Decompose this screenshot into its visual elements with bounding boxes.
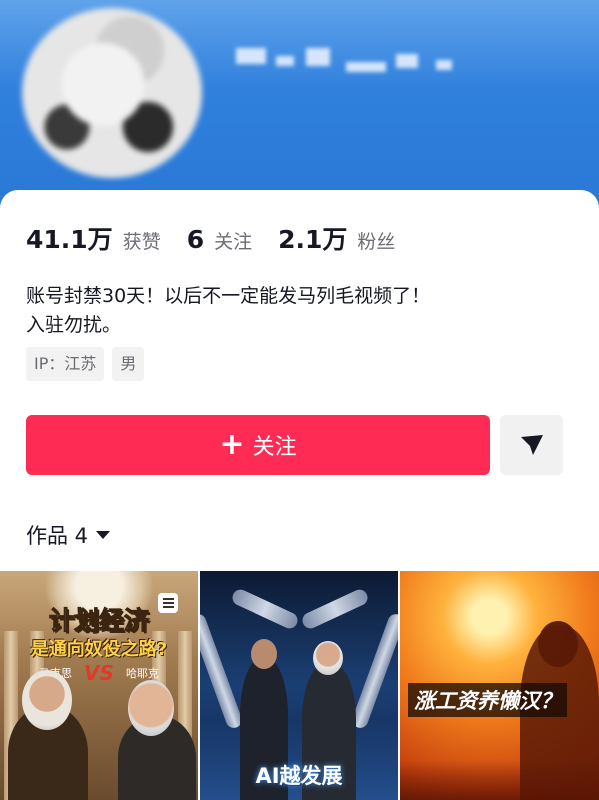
share-button[interactable]: [500, 415, 563, 475]
profile-tags: IP：江苏 男: [26, 347, 152, 381]
following-count: 6: [186, 225, 205, 254]
profile-card: 41.1万 获赞 6 关注 2.1万 粉丝 账号封禁30天！以后不一定能发马列毛…: [0, 190, 599, 800]
stat-likes[interactable]: 41.1万 获赞: [26, 220, 161, 256]
bio-line: 入驻勿扰。: [26, 314, 122, 336]
profile-bio: 账号封禁30天！以后不一定能发马列毛视频了！ 入驻勿扰。: [26, 282, 566, 340]
thumbnail-caption: AI越发展: [255, 764, 343, 788]
follow-button-label: 关注: [252, 435, 297, 460]
video-thumbnail[interactable]: AI越发展: [200, 571, 398, 800]
works-label: 作品 4: [26, 524, 89, 548]
stat-followers[interactable]: 2.1万 粉丝: [278, 220, 395, 256]
send-icon: [520, 435, 543, 455]
stats-row: 41.1万 获赞 6 关注 2.1万 粉丝: [26, 220, 421, 256]
follow-button[interactable]: + 关注: [26, 415, 490, 475]
likes-label: 获赞: [122, 231, 161, 253]
blurred-username: [236, 48, 486, 94]
following-label: 关注: [214, 231, 253, 253]
followers-count: 2.1万: [278, 225, 348, 254]
caret-down-icon: [96, 531, 111, 539]
profile-page: 41.1万 获赞 6 关注 2.1万 粉丝 账号封禁30天！以后不一定能发马列毛…: [0, 0, 599, 800]
followers-label: 粉丝: [357, 231, 396, 253]
gender-tag: 男: [112, 347, 145, 381]
video-grid: 计划经济 是通向奴役之路? 马克思 VS 哈耶克: [0, 571, 599, 800]
right-name: 哈耶克: [125, 667, 159, 680]
likes-count: 41.1万: [26, 225, 113, 254]
vs-label: VS: [84, 661, 114, 685]
avatar[interactable]: [22, 8, 202, 178]
video-thumbnail[interactable]: 计划经济 是通向奴役之路? 马克思 VS 哈耶克: [0, 571, 198, 800]
ip-location-tag: IP：江苏: [26, 347, 105, 381]
video-thumbnail[interactable]: 涨工资养懒汉？: [400, 571, 599, 800]
plus-icon: +: [219, 427, 245, 462]
profile-banner: [0, 0, 599, 215]
document-icon: [158, 593, 178, 613]
thumbnail-subtitle: 是通向奴役之路?: [30, 639, 168, 660]
thumbnail-caption: 涨工资养懒汉？: [408, 683, 567, 717]
works-tab[interactable]: 作品 4: [26, 520, 111, 550]
stat-following[interactable]: 6 关注: [187, 225, 252, 254]
bio-line: 账号封禁30天！以后不一定能发马列毛视频了！: [26, 285, 431, 307]
